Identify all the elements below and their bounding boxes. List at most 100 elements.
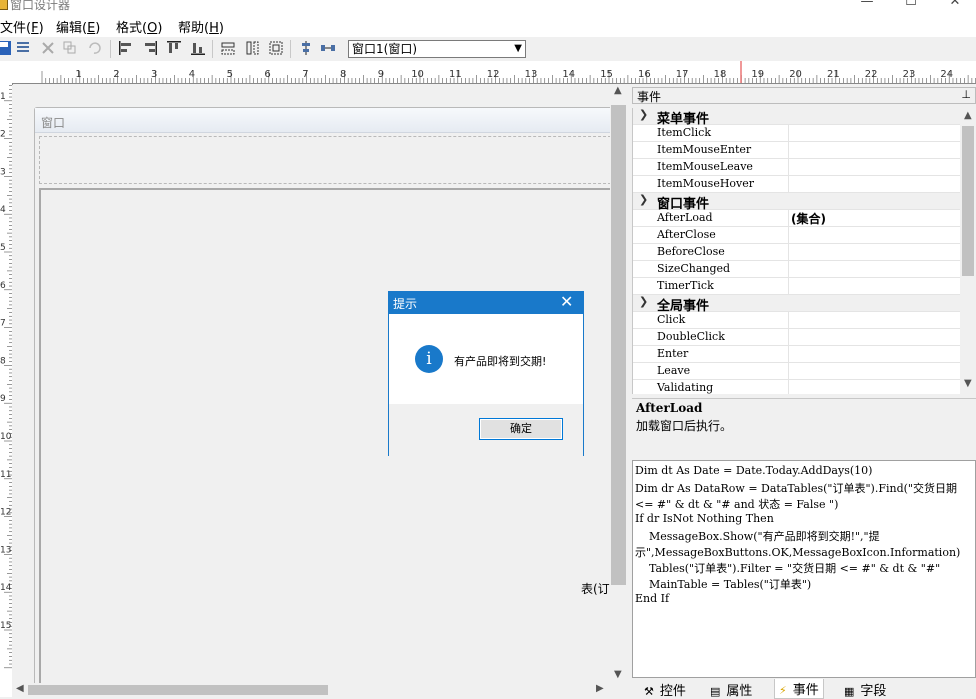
ruler-number: 18	[714, 69, 727, 80]
code-line: Tables("订单表").Filter = "交货日期 <= #" & dt …	[635, 562, 941, 575]
designer-vertical-scrollbar[interactable]: ▲ ▼	[610, 85, 627, 685]
tab-properties[interactable]: ▤ 属性	[710, 680, 752, 699]
ruler-ticks: 1 2 3 4 5 6 7 8 9 10 11 12 13 14 15 16 17 18 19 20 21 22 23 24	[41, 61, 976, 83]
code-editor[interactable]: Dim dt As Date = Date.Today.AddDays(10) …	[632, 460, 976, 678]
event-row[interactable]: AfterClose	[633, 227, 961, 244]
layout-icon[interactable]	[16, 40, 32, 56]
delete-icon[interactable]	[40, 40, 56, 56]
scroll-right-icon[interactable]: ▶	[596, 683, 604, 694]
align-bottom-icon[interactable]	[190, 40, 206, 56]
code-line: End If	[635, 592, 670, 605]
save-icon[interactable]	[0, 40, 12, 56]
ruler-number: 12	[0, 508, 11, 518]
ruler-number: 11	[449, 69, 462, 80]
scroll-down-icon[interactable]: ▼	[614, 669, 622, 680]
ruler-number: 3	[0, 167, 6, 177]
maximize-button[interactable]: ☐	[896, 0, 926, 12]
event-row[interactable]: Click	[633, 312, 961, 329]
ruler-number: 5	[0, 243, 6, 253]
scrollbar-thumb[interactable]	[28, 685, 328, 695]
dialog-title-bar[interactable]: 提示 ✕	[389, 292, 583, 314]
center-vertical-icon[interactable]	[298, 40, 314, 56]
event-row[interactable]: ItemMouseHover	[633, 176, 961, 193]
category-row[interactable]: ❯ 窗口事件	[633, 193, 961, 212]
menu-edit[interactable]: 编辑(E)	[56, 17, 100, 36]
horizontal-ruler: 1 2 3 4 5 6 7 8 9 10 11 12 13 14 15 16 17 18 19 20 21 22 23 24	[0, 61, 976, 84]
event-row[interactable]: SizeChanged	[633, 261, 961, 278]
category-row[interactable]: ❯ 菜单事件	[633, 108, 961, 127]
close-window-button[interactable]: ✕	[940, 0, 970, 12]
ok-button[interactable]: 确定	[479, 418, 563, 440]
tools-icon: ⚒	[644, 685, 654, 698]
menu-format[interactable]: 格式(O)	[116, 17, 162, 36]
distribute-icon[interactable]	[320, 40, 336, 56]
scrollbar-thumb[interactable]	[962, 126, 974, 276]
ruler-number: 10	[0, 432, 12, 442]
scroll-left-icon[interactable]: ◀	[16, 683, 24, 694]
events-panel-header: 事件 ⊥	[632, 87, 976, 104]
event-row[interactable]: AfterLoad (集合)	[633, 210, 961, 227]
code-line: Dim dr As DataRow = DataTables("订单表").Fi…	[635, 482, 957, 495]
event-row[interactable]: Leave	[633, 363, 961, 380]
same-height-icon[interactable]	[244, 40, 260, 56]
event-row[interactable]: ItemClick	[633, 125, 961, 142]
align-right-icon[interactable]	[142, 40, 158, 56]
menu-help[interactable]: 帮助(H)	[178, 17, 224, 36]
form-header-area[interactable]	[39, 136, 610, 184]
event-row[interactable]: TimerTick	[633, 278, 961, 295]
designer-horizontal-scrollbar[interactable]: ◀ ▶	[12, 683, 610, 697]
events-grid-scrollbar[interactable]: ▲ ▼	[960, 108, 976, 394]
ruler-number: 6	[0, 281, 6, 291]
dialog-title: 提示	[393, 297, 418, 311]
scroll-up-icon[interactable]: ▲	[614, 85, 622, 96]
close-icon[interactable]: ✕	[560, 292, 573, 311]
title-bar: 窗口设计器 — ☐ ✕	[0, 0, 976, 16]
scroll-down-icon[interactable]: ▼	[964, 378, 972, 389]
event-row[interactable]: Enter	[633, 346, 961, 363]
form-selector-dropdown[interactable]: 窗口1(窗口) ▼	[348, 40, 526, 58]
event-description-title: AfterLoad	[636, 401, 703, 415]
event-row[interactable]: BeforeClose	[633, 244, 961, 261]
event-row[interactable]: ItemMouseLeave	[633, 159, 961, 176]
tab-events[interactable]: ⚡ 事件	[774, 679, 824, 699]
scroll-up-icon[interactable]: ▲	[964, 110, 972, 121]
form-title: 窗口	[41, 116, 66, 130]
menu-file[interactable]: 文件(F)	[0, 17, 44, 36]
tab-fields[interactable]: ▦ 字段	[844, 680, 886, 699]
same-size-icon[interactable]	[268, 40, 284, 56]
form-selector-value: 窗口1(窗口)	[352, 42, 417, 56]
align-top-icon[interactable]	[166, 40, 182, 56]
lightning-icon: ⚡	[779, 684, 787, 697]
table-control-label[interactable]: 表(订单表)	[581, 580, 610, 597]
ruler-number: 10	[411, 69, 424, 80]
ruler-number: 8	[0, 356, 6, 366]
ruler-number: 9	[0, 394, 6, 404]
undo-icon[interactable]	[86, 40, 102, 56]
code-line: Dim dt As Date = Date.Today.AddDays(10)	[635, 464, 873, 477]
scrollbar-thumb[interactable]	[611, 105, 626, 585]
ruler-number: 11	[0, 470, 11, 480]
dialog-message: 有产品即将到交期!	[454, 355, 547, 368]
event-row[interactable]: ItemMouseEnter	[633, 142, 961, 159]
ruler-number: 13	[525, 69, 538, 80]
align-left-icon[interactable]	[118, 40, 134, 56]
window-title: 窗口设计器	[10, 0, 71, 12]
copy-icon[interactable]	[62, 40, 78, 56]
event-row[interactable]: Validating	[633, 380, 961, 394]
code-line: MessageBox.Show("有产品即将到交期!","提	[635, 530, 880, 543]
chevron-down-icon: ❯	[639, 193, 649, 206]
events-property-grid: ❯ 菜单事件 ItemClick ItemMouseEnter ItemMouse…	[632, 108, 961, 394]
event-row[interactable]: DoubleClick	[633, 329, 961, 346]
ruler-number: 2	[0, 130, 6, 140]
ruler-number: 3	[151, 69, 157, 80]
code-line: MainTable = Tables("订单表")	[635, 578, 812, 591]
tab-controls[interactable]: ⚒ 控件	[644, 680, 686, 699]
category-row[interactable]: ❯ 全局事件	[633, 295, 961, 314]
same-width-icon[interactable]	[220, 40, 236, 56]
ruler-number: 1	[75, 69, 81, 80]
minimize-button[interactable]: —	[852, 0, 882, 12]
chevron-down-icon: ▼	[514, 43, 522, 54]
pin-icon[interactable]: ⊥	[961, 88, 971, 101]
ruler-number: 23	[903, 69, 916, 80]
ruler-number: 15	[600, 69, 613, 80]
